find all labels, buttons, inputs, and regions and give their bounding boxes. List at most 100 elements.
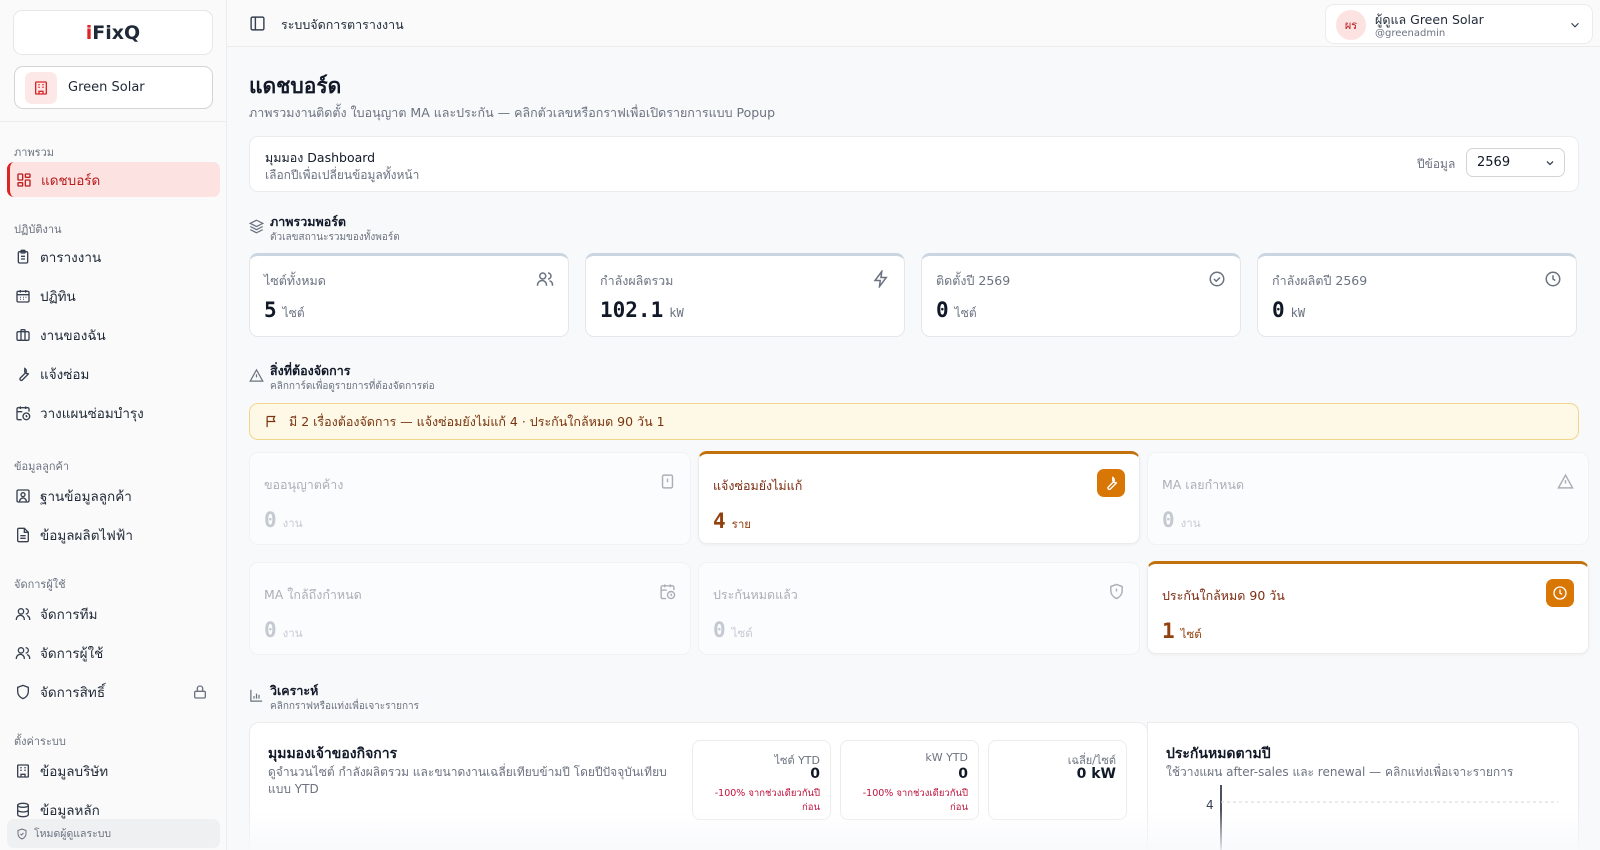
clipboard-icon xyxy=(17,249,29,264)
dashboard-view-subtitle: เลือกปีเพื่อเปลี่ยนข้อมูลทั้งหน้า xyxy=(265,168,420,182)
page-subtitle: ภาพรวมงานติดตั้ง ใบอนุญาต MA และประกัน —… xyxy=(249,105,776,120)
sidebar-item-my-tasks[interactable]: งานของฉัน xyxy=(7,317,220,352)
kpi-card-capacity-year[interactable]: กำลังผลิตปี 2569 0 kW xyxy=(1257,253,1577,337)
kpi-card-total-sites[interactable]: ไซต์ทั้งหมด 5 ไซต์ xyxy=(249,253,569,337)
sidebar-item-label: แจ้งซ่อม xyxy=(40,366,90,383)
brand-logo[interactable]: i FixQ xyxy=(13,10,213,55)
warning-triangle-icon xyxy=(1557,473,1574,489)
wrench-icon xyxy=(19,366,30,381)
tile-warranty-expiring[interactable]: ประกันใกล้หมด 90 วัน 1 ไซต์ xyxy=(1147,561,1589,654)
sidebar-section-overview: ภาพรวม xyxy=(14,146,55,159)
tile-warranty-expired[interactable]: ประกันหมดแล้ว 0 ไซต์ xyxy=(698,562,1140,655)
users-icon xyxy=(15,607,31,620)
kpi-value: 102.1 xyxy=(600,298,664,322)
tile-pending-permits[interactable]: ขออนุญาตค้าง 0 งาน xyxy=(249,452,691,545)
sidebar-section-operations: ปฏิบัติงาน xyxy=(14,223,62,236)
building-icon xyxy=(17,763,29,778)
shield-check-icon xyxy=(17,827,27,840)
sidebar-item-repair[interactable]: แจ้งซ่อม xyxy=(7,356,220,391)
tile-unit: ไซต์ xyxy=(1180,627,1202,641)
sidebar-item-label: ฐานข้อมูลลูกค้า xyxy=(40,488,132,505)
kpi-value-wrap: 0 ไซต์ xyxy=(936,298,977,323)
tile-unresolved-repairs[interactable]: แจ้งซ่อมยังไม่แก้ 4 ราย xyxy=(698,451,1140,544)
stat-kw-ytd[interactable]: kW YTD 0 -100% จากช่วงเดียวกันปีก่อน xyxy=(840,740,979,820)
year-value: 2569 xyxy=(1477,155,1511,170)
stat-avg-per-site[interactable]: เฉลี่ย/ไซต์ 0 kW xyxy=(988,740,1127,820)
stat-label: kW YTD xyxy=(925,751,968,764)
sidebar-toggle-icon[interactable] xyxy=(249,15,266,32)
owner-panel-title: มุมมองเจ้าของกิจการ xyxy=(268,746,398,762)
avatar: ผร xyxy=(1336,10,1366,40)
tile-unit: งาน xyxy=(282,516,303,530)
tile-value: 0 xyxy=(264,618,277,642)
tile-value-wrap: 0 งาน xyxy=(1162,508,1201,533)
wrench-icon xyxy=(1097,469,1125,497)
contact-icon xyxy=(16,488,30,503)
sidebar-item-maintenance-plan[interactable]: วางแผนซ่อมบำรุง xyxy=(7,395,220,430)
tile-value-wrap: 0 ไซต์ xyxy=(713,618,753,643)
org-switcher[interactable]: Green Solar xyxy=(14,66,213,109)
tile-value-wrap: 0 งาน xyxy=(264,508,303,533)
todo-title: สิ่งที่ต้องจัดการ xyxy=(270,363,351,378)
tile-label: MA เลยกำหนด xyxy=(1162,477,1245,492)
clock-icon xyxy=(1545,271,1561,287)
sidebar-item-company[interactable]: ข้อมูลบริษัท xyxy=(7,753,220,788)
stat-sites-ytd[interactable]: ไซต์ YTD 0 -100% จากช่วงเดียวกันปีก่อน xyxy=(692,740,831,820)
sidebar-item-customer-db[interactable]: ฐานข้อมูลลูกค้า xyxy=(7,478,220,513)
sidebar-item-schedule[interactable]: ตารางงาน xyxy=(7,239,220,274)
sidebar-item-label: ข้อมูลผลิตไฟฟ้า xyxy=(40,527,133,544)
chevron-down-icon xyxy=(1571,22,1579,28)
sidebar-item-calendar[interactable]: ปฏิทิน xyxy=(7,278,220,313)
todo-alert-banner: มี 2 เรื่องต้องจัดการ — แจ้งซ่อมยังไม่แก… xyxy=(249,403,1579,440)
tile-label: MA ใกล้ถึงกำหนด xyxy=(264,587,362,602)
sidebar-item-permissions[interactable]: จัดการสิทธิ์ xyxy=(7,674,220,709)
kpi-value-wrap: 5 ไซต์ xyxy=(264,298,305,323)
user-name: ผู้ดูแล Green Solar xyxy=(1375,12,1484,27)
tile-ma-due-soon[interactable]: MA ใกล้ถึงกำหนด 0 งาน xyxy=(249,562,691,655)
dashboard-icon xyxy=(17,172,31,187)
briefcase-icon xyxy=(16,328,30,341)
tile-value: 0 xyxy=(264,508,277,532)
sidebar-item-teams[interactable]: จัดการทีม xyxy=(7,596,220,631)
database-icon xyxy=(17,802,29,817)
todo-subtitle: คลิกการ์ดเพื่อดูรายการที่ต้องจัดการต่อ xyxy=(270,381,435,392)
kpi-unit: ไซต์ xyxy=(954,306,977,320)
app-title: ระบบจัดการตารางงาน xyxy=(281,17,404,32)
stat-value: 0 xyxy=(810,766,820,782)
kpi-card-total-capacity[interactable]: กำลังผลิตรวม 102.1 kW xyxy=(585,253,905,337)
user-menu[interactable]: ผร ผู้ดูแล Green Solar @greenadmin xyxy=(1325,4,1593,44)
tile-unit: ราย xyxy=(731,517,752,531)
analysis-subtitle: คลิกกราฟหรือแท่งเพื่อเจาะรายการ xyxy=(270,701,420,712)
tile-label: ประกันหมดแล้ว xyxy=(713,587,798,602)
sidebar: i FixQ Green Solar ภาพรวม แดชบอร์ด ปฏิบัต… xyxy=(0,0,227,850)
kpi-value: 0 xyxy=(1272,298,1285,322)
sidebar-item-power-data[interactable]: ข้อมูลผลิตไฟฟ้า xyxy=(7,517,220,552)
user-handle: @greenadmin xyxy=(1375,28,1446,39)
tile-value-wrap: 0 งาน xyxy=(264,618,303,643)
sidebar-section-settings: ตั้งค่าระบบ xyxy=(14,735,66,748)
tile-unit: งาน xyxy=(1180,516,1201,530)
portfolio-title: ภาพรวมพอร์ต xyxy=(270,214,347,229)
sidebar-item-label: ข้อมูลหลัก xyxy=(40,802,100,819)
sidebar-item-dashboard[interactable]: แดชบอร์ด xyxy=(7,162,220,197)
tile-ma-overdue[interactable]: MA เลยกำหนด 0 งาน xyxy=(1147,452,1589,545)
kpi-card-installed-year[interactable]: ติดตั้งปี 2569 0 ไซต์ xyxy=(921,253,1241,337)
owner-panel-subtitle: ดูจำนวนไซต์ กำลังผลิตรวม และขนาดงานเฉลี่… xyxy=(268,765,667,796)
users-icon xyxy=(15,646,31,659)
kpi-value-wrap: 102.1 kW xyxy=(600,298,684,322)
admin-mode-label: โหมดผู้ดูแลระบบ xyxy=(34,828,112,840)
tile-label: แจ้งซ่อมยังไม่แก้ xyxy=(713,478,803,493)
tile-label: ขออนุญาตค้าง xyxy=(264,477,344,492)
sidebar-item-label: จัดการผู้ใช้ xyxy=(40,645,104,662)
chevron-down-icon xyxy=(1546,161,1554,166)
sidebar-divider xyxy=(0,121,227,122)
kpi-unit: kW xyxy=(1290,306,1306,320)
sidebar-item-label: จัดการทีม xyxy=(40,606,98,623)
year-select[interactable]: 2569 xyxy=(1466,148,1565,177)
sidebar-item-label: แดชบอร์ด xyxy=(41,172,101,189)
sidebar-item-label: ข้อมูลบริษัท xyxy=(40,763,109,780)
document-icon xyxy=(17,527,29,542)
kpi-value: 5 xyxy=(264,298,277,322)
sidebar-item-users[interactable]: จัดการผู้ใช้ xyxy=(7,635,220,670)
shield-icon xyxy=(17,684,29,699)
